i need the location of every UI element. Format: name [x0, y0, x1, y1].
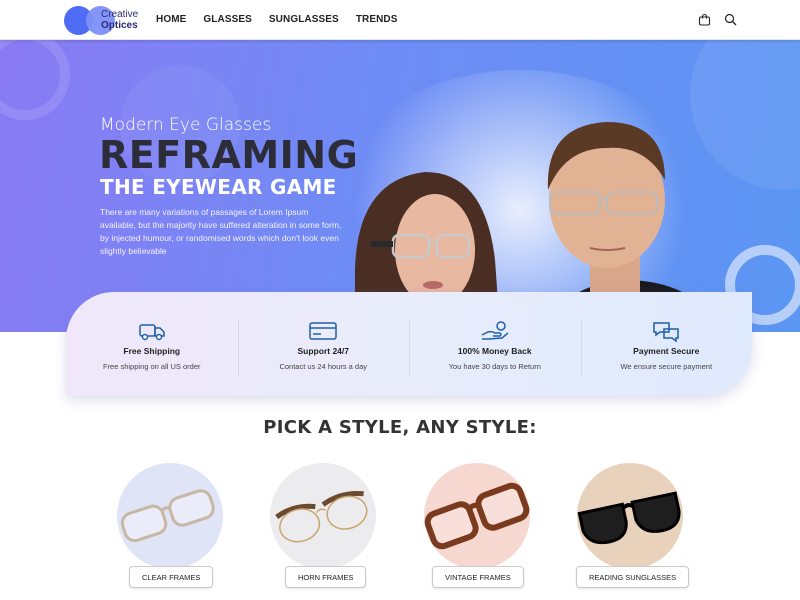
clear-frames-button[interactable]: CLEAR FRAMES	[129, 566, 214, 588]
style-card-reading[interactable]: READING SUNGLASSES	[576, 463, 690, 593]
feature-description: You have 30 days to Return	[448, 362, 541, 371]
style-image-horn-frames	[270, 463, 376, 569]
style-card-horn[interactable]: HORN FRAMES	[270, 463, 380, 593]
hero-title-secondary: THE EYEWEAR GAME	[100, 175, 337, 199]
style-image-reading-sunglasses	[577, 463, 683, 569]
feature-money-back: 100% Money Back You have 30 days to Retu…	[409, 292, 581, 396]
money-hand-icon	[481, 321, 509, 340]
style-card-vintage[interactable]: VINTAGE FRAMES	[424, 463, 534, 593]
brand-name-line2: Optices	[101, 20, 138, 31]
section-title: PICK A STYLE, ANY STYLE:	[263, 417, 537, 438]
hero-title: REFRAMING	[99, 133, 359, 177]
hero-banner: Modern Eye Glasses REFRAMING THE EYEWEAR…	[0, 40, 800, 332]
feature-description: Contact us 24 hours a day	[279, 362, 368, 371]
feature-free-shipping: Free Shipping Free shipping on all US or…	[66, 292, 238, 396]
style-card-clear[interactable]: CLEAR FRAMES	[117, 463, 227, 593]
chat-bubbles-icon	[653, 322, 679, 342]
main-nav: HOME GLASSES SUNGLASSES TRENDS	[156, 14, 398, 25]
feature-description: We ensure secure payment	[620, 362, 713, 371]
nav-glasses[interactable]: GLASSES	[203, 14, 252, 25]
style-image-vintage-frames	[424, 463, 530, 569]
hero-description: There are many variations of passages of…	[100, 207, 342, 256]
vintage-frames-button[interactable]: VINTAGE FRAMES	[432, 566, 524, 588]
brand-name-line1: Creative	[101, 9, 139, 20]
feature-support: Support 24/7 Contact us 24 hours a day	[237, 292, 410, 396]
nav-trends[interactable]: TRENDS	[356, 14, 398, 25]
credit-card-icon	[309, 322, 337, 340]
top-navigation-bar: Creative Optices HOME GLASSES SUNGLASSES…	[0, 0, 800, 40]
hero-subtitle: Modern Eye Glasses	[100, 115, 272, 135]
search-icon[interactable]	[724, 13, 737, 26]
nav-sunglasses[interactable]: SUNGLASSES	[269, 14, 339, 25]
features-strip: Free Shipping Free shipping on all US or…	[66, 292, 752, 396]
feature-title: Support 24/7	[297, 346, 349, 356]
horn-frames-button[interactable]: HORN FRAMES	[285, 566, 367, 588]
header-actions	[698, 13, 737, 26]
delivery-truck-icon	[139, 324, 165, 341]
style-image-clear-frames	[117, 463, 223, 569]
feature-payment-secure: Payment Secure We ensure secure payment	[580, 292, 753, 396]
feature-title: Payment Secure	[633, 346, 700, 356]
reading-sunglasses-button[interactable]: READING SUNGLASSES	[576, 566, 690, 588]
feature-title: 100% Money Back	[457, 346, 532, 356]
feature-description: Free shipping on all US order	[102, 362, 201, 371]
shopping-bag-icon[interactable]	[698, 13, 711, 26]
feature-title: Free Shipping	[123, 346, 181, 356]
nav-home[interactable]: HOME	[156, 14, 186, 25]
decorative-ring	[0, 40, 70, 120]
brand-logo[interactable]: Creative Optices	[64, 6, 144, 36]
